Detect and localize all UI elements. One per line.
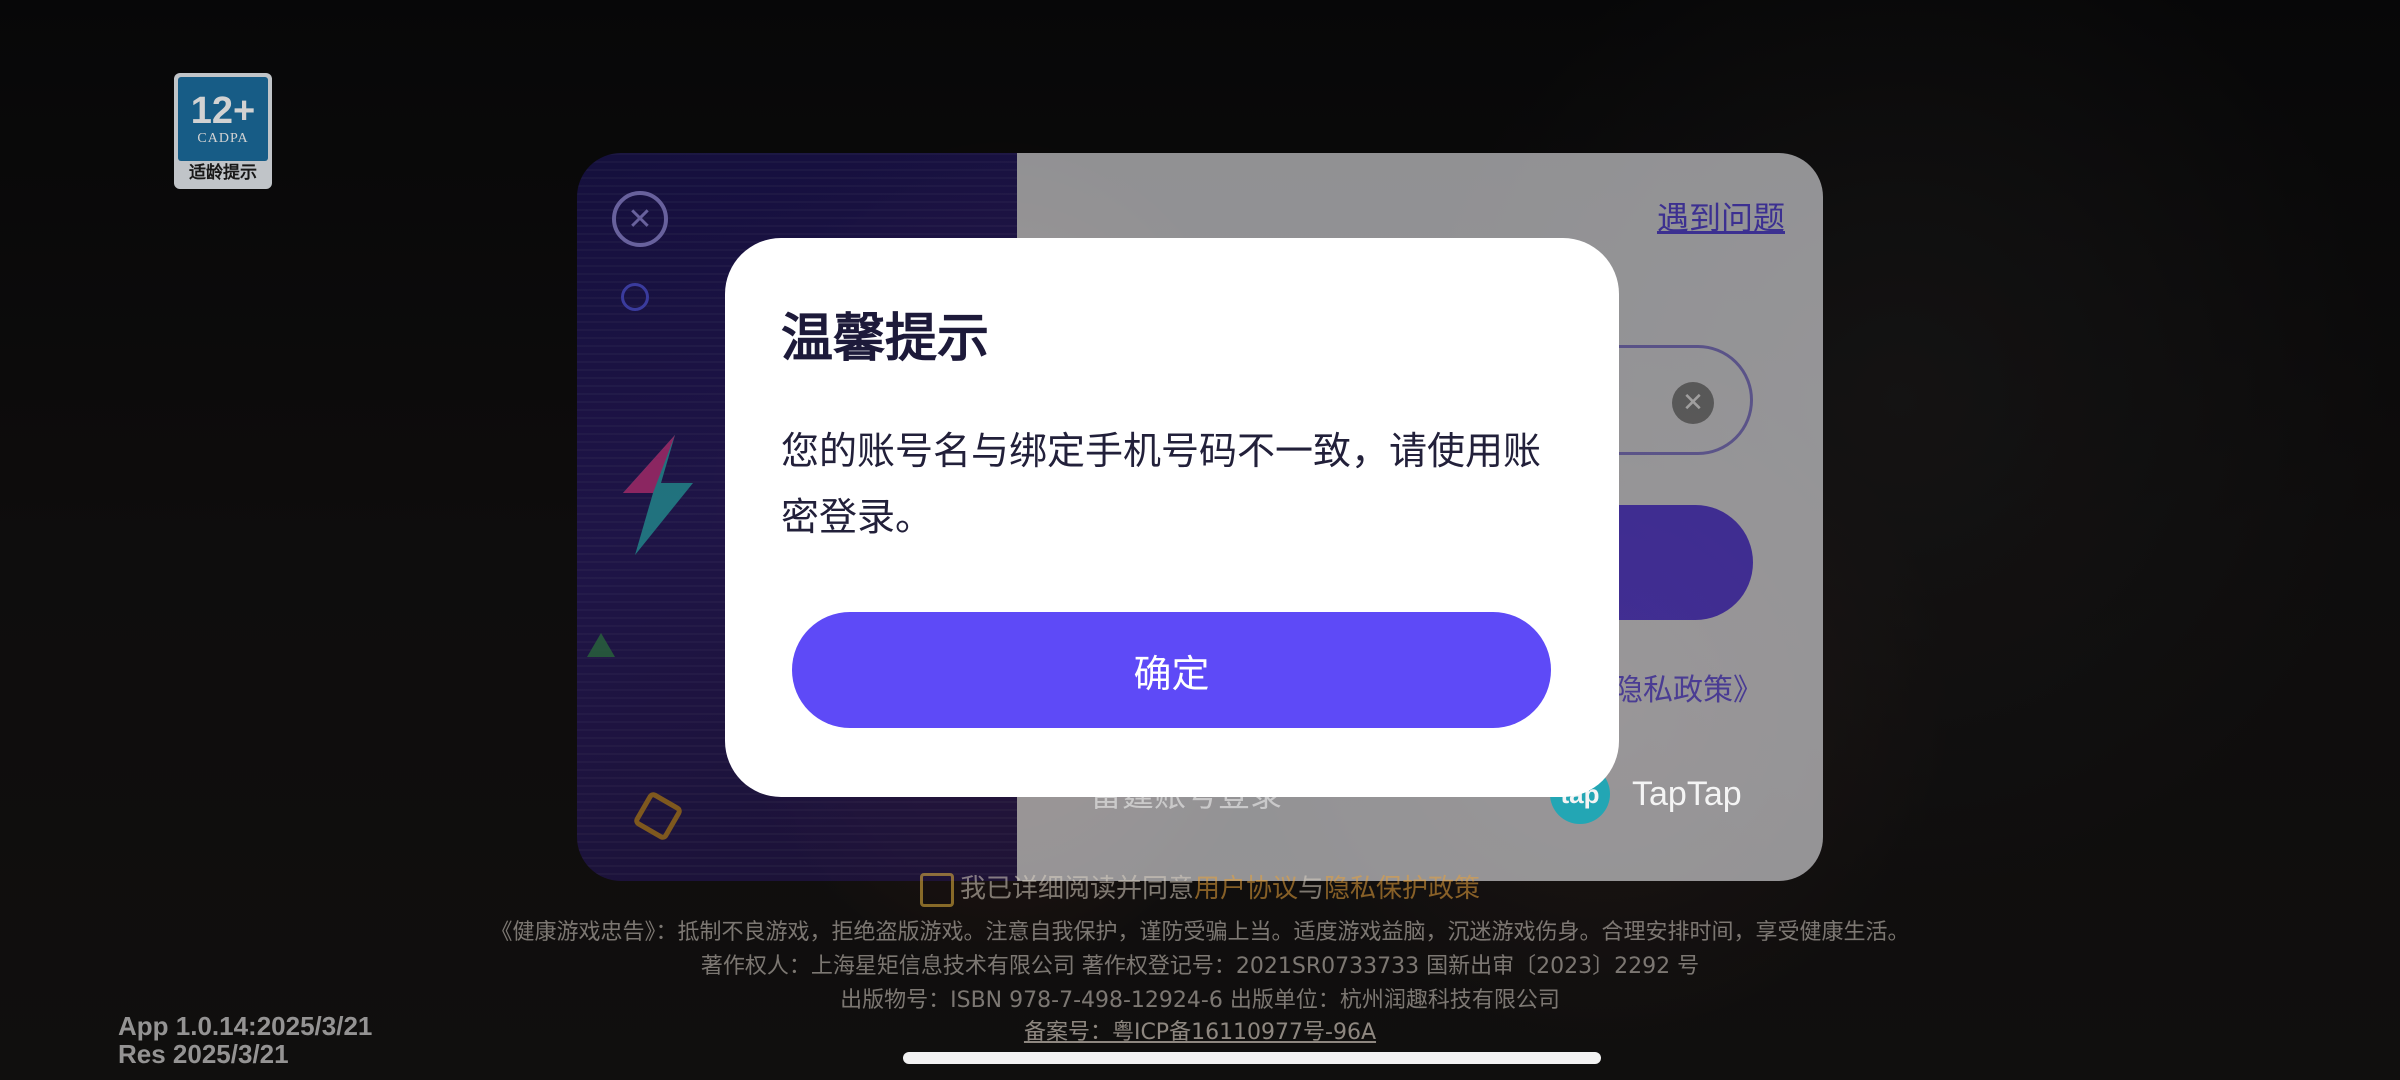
age-rating-number: 12+ (190, 90, 256, 132)
tip-dialog: 温馨提示 您的账号名与绑定手机号码不一致，请使用账密登录。 确定 (725, 238, 1619, 797)
version-info: App 1.0.14:2025/3/21 Res 2025/3/21 (118, 1012, 372, 1068)
decorative-ring (621, 283, 649, 311)
confirm-button[interactable]: 确定 (792, 612, 1551, 728)
res-version: Res 2025/3/21 (118, 1039, 289, 1069)
thunder-logo-icon (623, 435, 693, 555)
privacy-protection-link[interactable]: 隐私保护政策 (1324, 874, 1480, 904)
decorative-triangle (587, 633, 615, 657)
agreement-line: 我已详细阅读并同意用户协议与隐私保护政策 (0, 868, 2400, 907)
user-agreement-link[interactable]: 用户协议 (1194, 874, 1298, 904)
help-link[interactable]: 遇到问题 (1657, 193, 1785, 239)
privacy-policy-link[interactable]: 隐私政策》 (1613, 665, 1763, 709)
agreement-conjunction: 与 (1298, 874, 1325, 904)
age-rating-label: 适龄提示 (189, 163, 257, 183)
dialog-message: 您的账号名与绑定手机号码不一致，请使用账密登录。 (781, 429, 1542, 539)
agreement-checkbox[interactable] (919, 872, 954, 907)
publication-info: 出版物号：ISBN 978-7-498-12924-6 出版单位：杭州润趣科技有… (840, 988, 1560, 1013)
home-indicator[interactable] (903, 1052, 1601, 1064)
dialog-title: 温馨提示 (781, 309, 990, 369)
close-icon[interactable]: ✕ (612, 191, 668, 247)
health-notice: 《健康游戏忠告》：抵制不良游戏，拒绝盗版游戏。注意自我保护，谨防受骗上当。适度游… (490, 920, 1910, 945)
age-rating-org: CADPA (197, 131, 249, 146)
clear-input-icon[interactable]: ✕ (1672, 382, 1714, 424)
age-rating-badge: 12+ CADPA 适龄提示 (174, 73, 272, 189)
app-version: App 1.0.14:2025/3/21 (118, 1011, 373, 1041)
age-rating-icon: 12+ CADPA (178, 77, 268, 161)
agreement-prefix: 我已详细阅读并同意 (959, 874, 1194, 904)
taptap-label: TapTap (1632, 774, 1742, 813)
copyright-info: 著作权人：上海星矩信息技术有限公司 著作权登记号：2021SR0733733 国… (700, 954, 1700, 979)
